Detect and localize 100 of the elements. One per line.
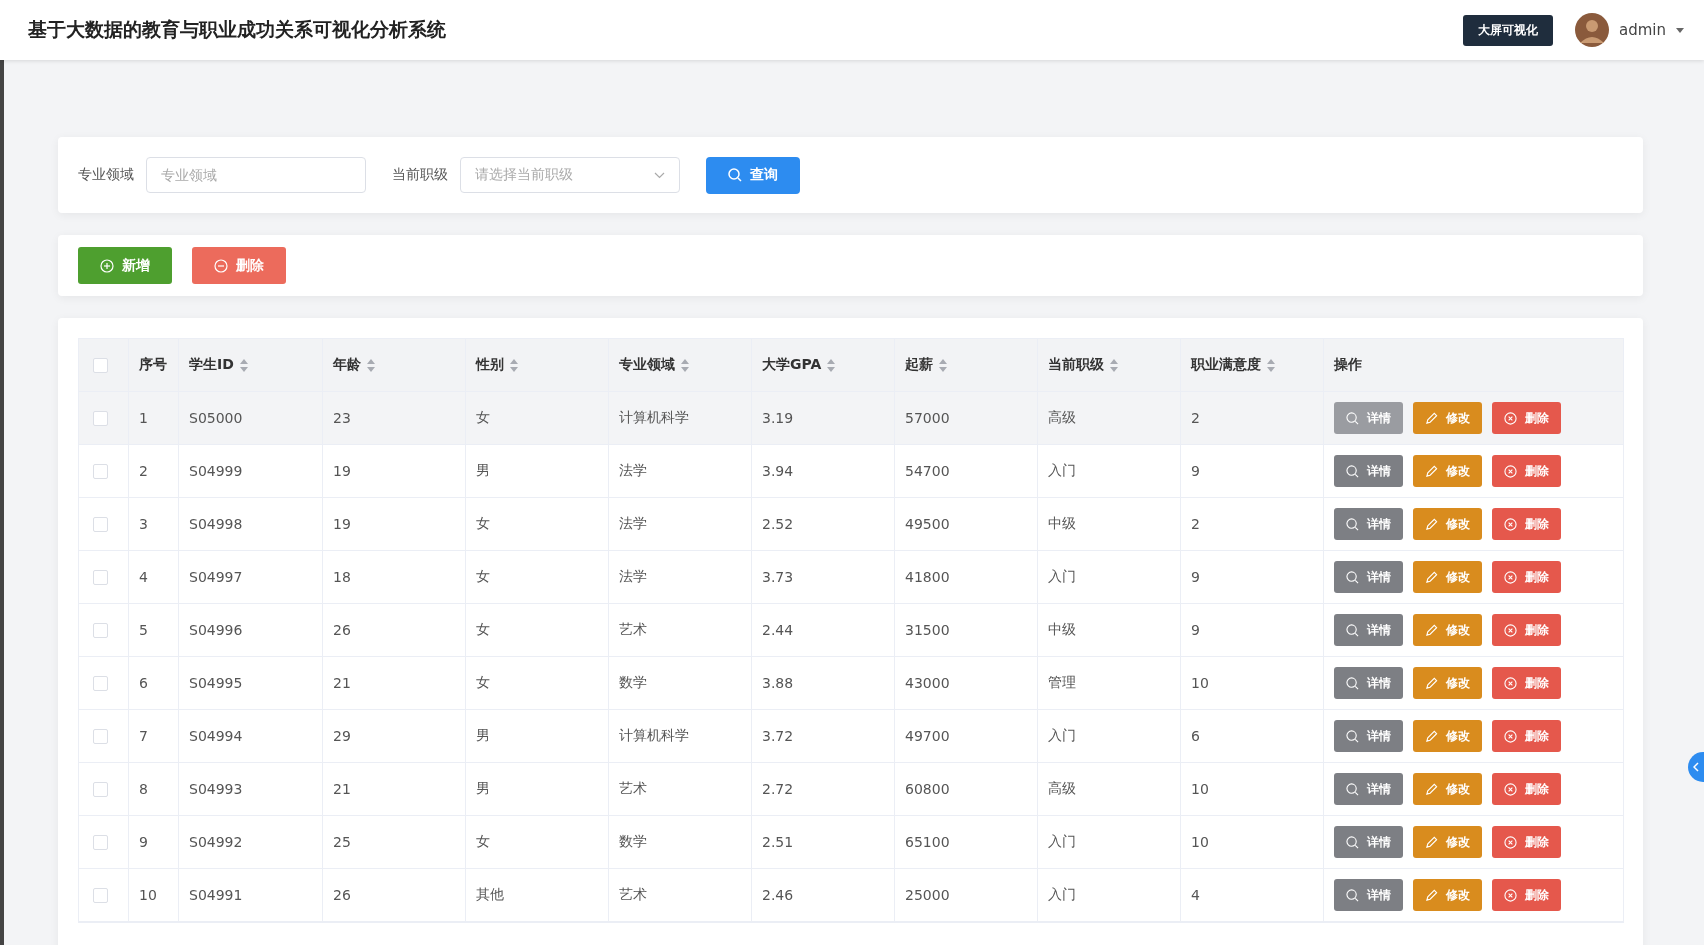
table-cell: 10 (1191, 781, 1209, 797)
sort-icon[interactable] (1110, 358, 1118, 372)
table-cell: 4 (1191, 887, 1200, 903)
side-toggle-tab[interactable] (1688, 752, 1704, 782)
pencil-icon (1425, 729, 1438, 743)
search-icon (1346, 676, 1359, 690)
detail-button[interactable]: 详情 (1334, 561, 1403, 593)
table-cell: 18 (333, 569, 351, 585)
table-row[interactable]: 5 S04996 26 女 艺术 2.44 31500 中级 9 详情 修改 删除 (79, 604, 1623, 657)
table-cell: 法学 (619, 568, 647, 586)
table-cell: 男 (476, 462, 490, 480)
pencil-icon (1425, 570, 1438, 584)
row-checkbox[interactable] (93, 887, 108, 903)
table-cell: 艺术 (619, 886, 647, 904)
table-cell: 女 (476, 833, 490, 851)
edit-button[interactable]: 修改 (1413, 667, 1482, 699)
edit-button[interactable]: 修改 (1413, 508, 1482, 540)
detail-button[interactable]: 详情 (1334, 667, 1403, 699)
delete-button[interactable]: 删除 (1492, 614, 1561, 646)
pencil-icon (1425, 623, 1438, 637)
caret-icon[interactable] (1676, 27, 1684, 33)
detail-button[interactable]: 详情 (1334, 508, 1403, 540)
row-checkbox[interactable] (93, 516, 108, 532)
table-row[interactable]: 10 S04991 26 其他 艺术 2.46 25000 入门 4 详情 修改 删除 (79, 869, 1623, 922)
table-cell: 57000 (905, 410, 950, 426)
table-cell: 3.72 (762, 728, 794, 744)
chevron-left-icon (1693, 762, 1699, 772)
user-name[interactable]: admin (1619, 21, 1666, 39)
sort-icon[interactable] (367, 358, 375, 372)
input-field[interactable]: 专业领域 (146, 157, 366, 193)
delete-button[interactable]: 删除 (1492, 508, 1561, 540)
detail-button[interactable]: 详情 (1334, 614, 1403, 646)
edit-button[interactable]: 修改 (1413, 773, 1482, 805)
pencil-icon (1425, 835, 1438, 849)
row-checkbox[interactable] (93, 834, 108, 850)
sort-icon[interactable] (827, 358, 836, 372)
detail-button[interactable]: 详情 (1334, 773, 1403, 805)
search-button[interactable]: 查询 (706, 156, 800, 194)
table-cell: S04998 (189, 516, 243, 532)
detail-button[interactable]: 详情 (1334, 402, 1403, 434)
detail-button[interactable]: 详情 (1334, 879, 1403, 911)
row-checkbox[interactable] (93, 728, 108, 744)
row-checkbox[interactable] (93, 781, 108, 797)
table-row[interactable]: 2 S04999 19 男 法学 3.94 54700 入门 9 详情 修改 删除 (79, 445, 1623, 498)
column-header: 专业领域 (619, 356, 675, 374)
sort-icon[interactable] (1267, 358, 1275, 372)
delete-button[interactable]: 删除 (1492, 455, 1561, 487)
table-cell: 其他 (476, 886, 504, 904)
sort-icon[interactable] (239, 358, 248, 372)
table-cell: 54700 (905, 463, 950, 479)
column-header: 学生ID (189, 356, 234, 374)
table-cell: 65100 (905, 834, 950, 850)
row-checkbox[interactable] (93, 410, 108, 426)
table-row[interactable]: 1 S05000 23 女 计算机科学 3.19 57000 高级 2 详情 修改 删除 (79, 392, 1623, 445)
add-button[interactable]: 新增 (78, 247, 172, 284)
edit-button[interactable]: 修改 (1413, 614, 1482, 646)
edit-button[interactable]: 修改 (1413, 879, 1482, 911)
delete-button[interactable]: 删除 (1492, 773, 1561, 805)
delete-button[interactable]: 删除 (1492, 879, 1561, 911)
row-checkbox[interactable] (93, 675, 108, 691)
table-cell: 8 (139, 781, 148, 797)
detail-button[interactable]: 详情 (1334, 455, 1403, 487)
table-row[interactable]: 4 S04997 18 女 法学 3.73 41800 入门 9 详情 修改 删除 (79, 551, 1623, 604)
column-header: 性别 (476, 356, 504, 374)
table-row[interactable]: 7 S04994 29 男 计算机科学 3.72 49700 入门 6 详情 修改 删除 (79, 710, 1623, 763)
detail-button[interactable]: 详情 (1334, 720, 1403, 752)
avatar-icon[interactable] (1575, 13, 1609, 47)
table-cell: 女 (476, 674, 490, 692)
detail-button[interactable]: 详情 (1334, 826, 1403, 858)
table-row[interactable]: 8 S04993 21 男 艺术 2.72 60800 高级 10 详情 修改 删除 (79, 763, 1623, 816)
delete-button[interactable]: 删除 (1492, 826, 1561, 858)
table-row[interactable]: 3 S04998 19 女 法学 2.52 49500 中级 2 详情 修改 删除 (79, 498, 1623, 551)
close-circle-icon (1504, 411, 1517, 425)
delete-button[interactable]: 删除 (1492, 402, 1561, 434)
edit-button[interactable]: 修改 (1413, 561, 1482, 593)
sort-icon[interactable] (681, 358, 689, 372)
delete-button[interactable]: 删除 (192, 247, 286, 284)
table-row[interactable]: 9 S04992 25 女 数学 2.51 65100 入门 10 详情 修改 删除 (79, 816, 1623, 869)
table-row[interactable]: 6 S04995 21 女 数学 3.88 43000 管理 10 详情 修改 删除 (79, 657, 1623, 710)
big-screen-button[interactable]: 大屏可视化 (1463, 14, 1553, 46)
table-cell: 41800 (905, 569, 950, 585)
table-cell: 4 (139, 569, 148, 585)
delete-button[interactable]: 删除 (1492, 667, 1561, 699)
table-cell: 计算机科学 (619, 409, 689, 427)
sort-icon[interactable] (510, 358, 518, 372)
edit-button[interactable]: 修改 (1413, 720, 1482, 752)
edit-button[interactable]: 修改 (1413, 402, 1482, 434)
table-cell: 法学 (619, 515, 647, 533)
table-cell: 2.52 (762, 516, 794, 532)
delete-button[interactable]: 删除 (1492, 720, 1561, 752)
delete-button[interactable]: 删除 (1492, 561, 1561, 593)
select-all-checkbox[interactable] (93, 357, 108, 373)
edit-button[interactable]: 修改 (1413, 455, 1482, 487)
row-checkbox[interactable] (93, 622, 108, 638)
table-cell: 2 (139, 463, 148, 479)
row-checkbox[interactable] (93, 569, 108, 585)
sort-icon[interactable] (939, 358, 947, 372)
row-checkbox[interactable] (93, 463, 108, 479)
select-field[interactable]: 请选择当前职级 (460, 157, 680, 193)
edit-button[interactable]: 修改 (1413, 826, 1482, 858)
